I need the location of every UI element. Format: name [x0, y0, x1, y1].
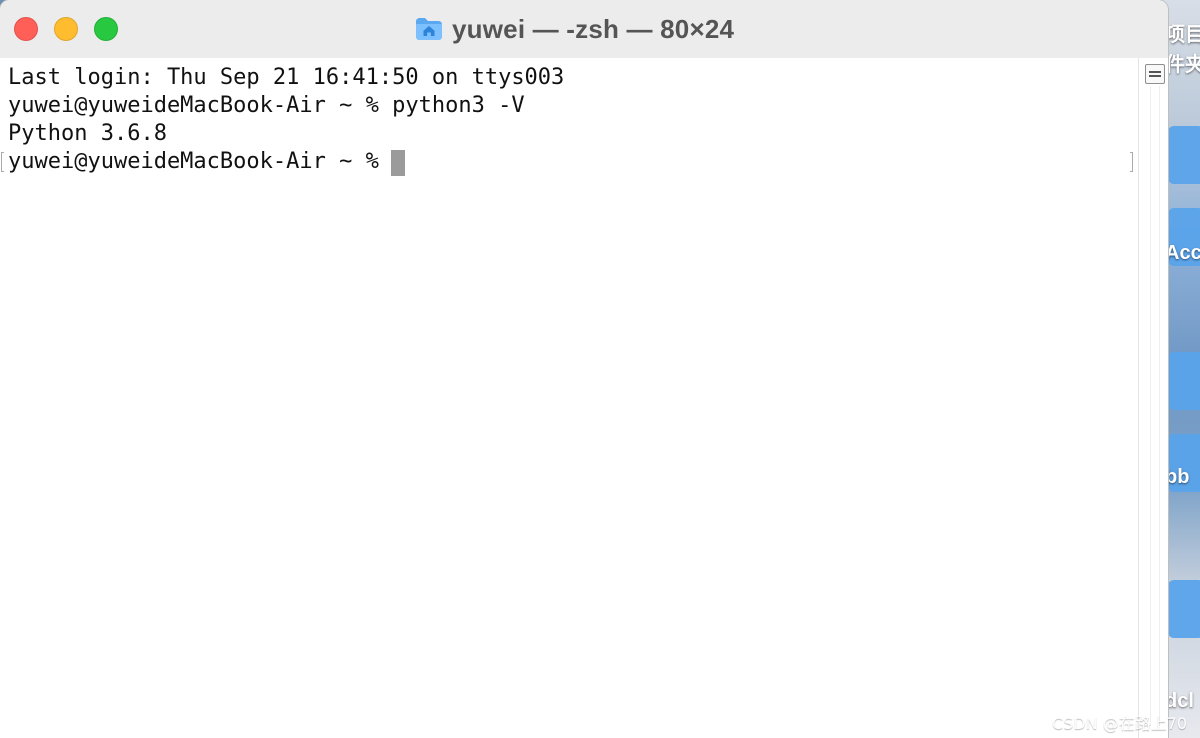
- window-titlebar[interactable]: yuwei — -zsh — 80×24: [0, 0, 1168, 59]
- prompt-text: yuwei@yuweideMacBook-Air ~ %: [8, 149, 379, 174]
- terminal-line: yuwei@yuweideMacBook-Air ~ % python3 -V: [8, 93, 525, 118]
- watermark: CSDN @在路上70: [1052, 714, 1188, 733]
- terminal-line: Last login: Thu Sep 21 16:41:50 on ttys0…: [8, 65, 565, 90]
- desktop-folder-icon[interactable]: [1168, 580, 1200, 638]
- desktop-item-label[interactable]: 项目: [1165, 18, 1200, 47]
- selection-bracket-left: [1, 152, 4, 172]
- zoom-button[interactable]: [94, 17, 118, 41]
- window-title-group: yuwei — -zsh — 80×24: [414, 14, 734, 44]
- window-title: yuwei — -zsh — 80×24: [452, 13, 735, 44]
- selection-bracket-right: [1130, 152, 1133, 172]
- desktop-item-label[interactable]: 件夹: [1165, 48, 1200, 77]
- desktop-item-label[interactable]: Acc: [1165, 242, 1200, 265]
- text-cursor: [390, 149, 405, 176]
- scrollbar-area[interactable]: [1138, 58, 1168, 738]
- desktop-folder-icon[interactable]: [1168, 352, 1200, 410]
- terminal-output-area[interactable]: Last login: Thu Sep 21 16:41:50 on ttys0…: [0, 58, 1138, 738]
- close-button[interactable]: [14, 17, 38, 41]
- terminal-window: yuwei — -zsh — 80×24 Last login: Thu Sep…: [0, 0, 1168, 738]
- home-folder-icon: [416, 18, 442, 40]
- split-pane-button[interactable]: [1145, 64, 1165, 84]
- minimize-button[interactable]: [54, 17, 78, 41]
- scrollbar-track[interactable]: [1150, 86, 1160, 726]
- terminal-line: Python 3.6.8: [8, 121, 167, 146]
- terminal-prompt[interactable]: yuwei@yuweideMacBook-Air ~ %: [8, 148, 405, 176]
- desktop-folder-icon[interactable]: [1168, 126, 1200, 184]
- desktop-item-label[interactable]: bb: [1165, 466, 1200, 489]
